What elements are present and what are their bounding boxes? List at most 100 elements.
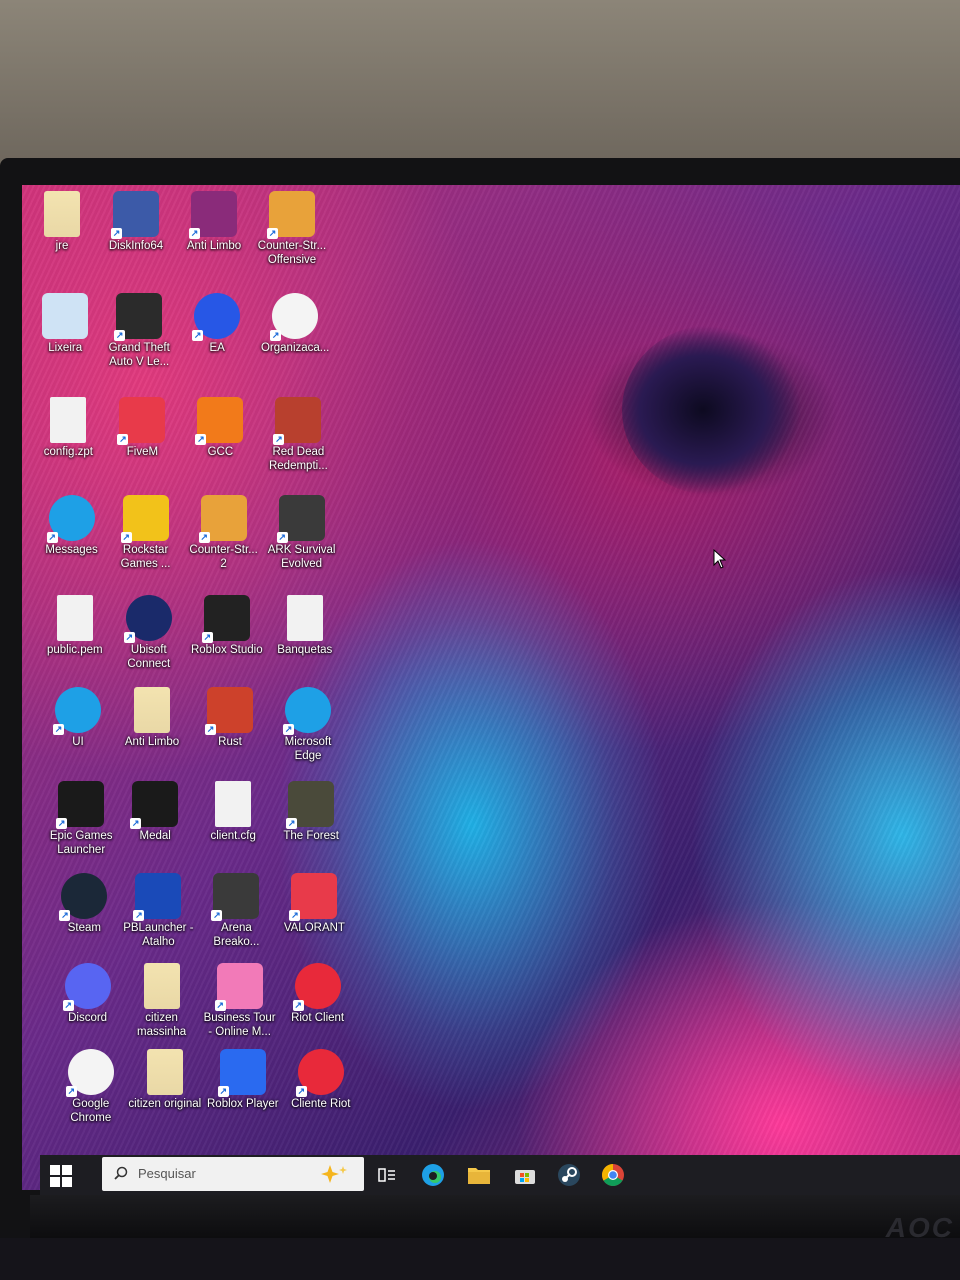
ark-icon: ↗ xyxy=(276,495,325,543)
file-icon xyxy=(56,595,93,641)
shortcut-arrow-icon: ↗ xyxy=(111,228,122,239)
desktop-icon[interactable]: ↗ Riot Client xyxy=(280,963,356,1025)
desktop-icon[interactable]: public.pem xyxy=(37,595,113,657)
store-icon[interactable] xyxy=(512,1162,538,1188)
edge-icon[interactable] xyxy=(420,1162,446,1188)
roblox-studio-icon: ↗ xyxy=(201,595,250,643)
desktop-icon-label: GCC xyxy=(207,446,234,458)
shortcut-arrow-icon: ↗ xyxy=(295,1086,307,1097)
desktop-icon[interactable]: ↗ Rockstar Games ... xyxy=(108,495,184,571)
desktop-icon[interactable]: citizen original xyxy=(127,1049,203,1111)
desktop-icon-label: DiskInfo64 xyxy=(108,240,164,252)
folder-icon xyxy=(146,1049,183,1095)
desktop-icon[interactable]: ↗ Discord xyxy=(50,963,126,1025)
desktop-icon[interactable]: ↗ Organizaca... xyxy=(257,293,333,355)
wallpaper-eye xyxy=(622,325,802,495)
shortcut-arrow-icon: ↗ xyxy=(123,632,135,643)
shortcut-arrow-icon: ↗ xyxy=(283,724,294,735)
file-explorer-icon[interactable] xyxy=(466,1162,492,1188)
shortcut-arrow-icon: ↗ xyxy=(198,532,210,543)
desktop-icon[interactable]: ↗ ARK Survival Evolved xyxy=(264,495,340,571)
desktop-icon[interactable]: ↗ Red Dead Redempti... xyxy=(260,397,336,473)
desktop-icon[interactable]: ↗ FiveM xyxy=(104,397,180,459)
taskbar: Pesquisar xyxy=(40,1155,960,1195)
desktop-icon-label: Microsoft Edge xyxy=(284,736,332,762)
desktop-icon[interactable]: config.zpt xyxy=(30,397,106,459)
shortcut-arrow-icon: ↗ xyxy=(217,1086,229,1097)
desktop-icon[interactable]: Anti Limbo xyxy=(114,687,190,749)
desktop-icon[interactable]: ↗ Arena Breako... xyxy=(198,873,274,949)
desktop-icon[interactable]: ↗ Medal xyxy=(117,781,193,843)
shortcut-arrow-icon: ↗ xyxy=(289,910,301,921)
desktop-icon-label: The Forest xyxy=(283,830,339,842)
shortcut-arrow-icon: ↗ xyxy=(270,330,282,341)
shortcut-arrow-icon: ↗ xyxy=(205,724,216,735)
shortcut-arrow-icon: ↗ xyxy=(46,532,58,543)
desktop-icon[interactable]: ↗ Counter-Str... Offensive xyxy=(254,191,330,267)
desktop-icon[interactable]: ↗ UI xyxy=(40,687,116,749)
desktop-icon[interactable]: ↗ Roblox Player xyxy=(205,1049,281,1111)
desktop-icon[interactable]: ↗ Business Tour - Online M... xyxy=(202,963,278,1039)
shortcut-arrow-icon: ↗ xyxy=(65,1086,77,1097)
desktop-icon[interactable]: ↗ Grand Theft Auto V Le... xyxy=(101,293,177,369)
desktop-icon-label: UI xyxy=(72,736,84,748)
desktop-icon-label: Messages xyxy=(45,544,98,556)
desktop-icon[interactable]: ↗ The Forest xyxy=(273,781,349,843)
desktop-icon[interactable]: Lixeira xyxy=(27,293,103,355)
desktop-icon[interactable]: citizen massinha xyxy=(124,963,200,1039)
desktop-screen[interactable]: jre ↗ DiskInfo64 ↗ Anti Limbo ↗ Counter-Str...… xyxy=(22,185,960,1190)
desktop-icon[interactable]: ↗ EA xyxy=(179,293,255,355)
desktop-icon[interactable]: ↗ Counter-Str... 2 xyxy=(186,495,262,571)
desk-shadow xyxy=(0,1238,960,1280)
desktop-icon[interactable]: ↗ VALORANT xyxy=(276,873,352,935)
discord-icon: ↗ xyxy=(62,963,111,1011)
desktop-icon-label: citizen original xyxy=(128,1098,202,1110)
cs2-icon: ↗ xyxy=(198,495,247,543)
wall xyxy=(0,0,960,165)
steam-icon[interactable] xyxy=(556,1162,582,1188)
pblauncher-icon: ↗ xyxy=(133,873,182,921)
desktop-icon-label: public.pem xyxy=(46,644,103,656)
desktop-icon[interactable]: ↗ Ubisoft Connect xyxy=(111,595,187,671)
desktop-icon[interactable]: ↗ Steam xyxy=(46,873,122,935)
desktop-icon-label: Counter-Str... Offensive xyxy=(257,240,327,266)
shortcut-arrow-icon: ↗ xyxy=(120,532,132,543)
fivem-icon: ↗ xyxy=(117,397,166,445)
desktop-icon[interactable]: ↗ Rust xyxy=(192,687,268,749)
desktop-icon[interactable]: jre xyxy=(24,191,100,253)
shortcut-arrow-icon: ↗ xyxy=(62,1000,74,1011)
desktop-icon[interactable]: ↗ Anti Limbo xyxy=(176,191,252,253)
desktop-icon[interactable]: ↗ Messages xyxy=(34,495,110,557)
search-placeholder: Pesquisar xyxy=(138,1166,196,1181)
task-view-icon[interactable] xyxy=(374,1162,400,1188)
desktop-icon-label: Business Tour - Online M... xyxy=(203,1012,276,1038)
shortcut-arrow-icon: ↗ xyxy=(292,1000,304,1011)
desktop-icon[interactable]: ↗ Cliente Riot xyxy=(283,1049,359,1111)
search-icon xyxy=(114,1166,128,1180)
desktop-icon-label: Lixeira xyxy=(48,342,83,354)
desktop-icon[interactable]: client.cfg xyxy=(195,781,271,843)
desktop-icon-label: Cliente Riot xyxy=(291,1098,351,1110)
desktop-icon[interactable]: Banquetas xyxy=(267,595,343,657)
sparkle-icon xyxy=(321,1165,347,1183)
desktop-icon[interactable]: ↗ GCC xyxy=(182,397,258,459)
edge-icon: ↗ xyxy=(46,495,95,543)
rockstar-icon: ↗ xyxy=(120,495,169,543)
desktop-icon[interactable]: ↗ PBLauncher - Atalho xyxy=(120,873,196,949)
desktop-icon[interactable]: ↗ Roblox Studio xyxy=(189,595,265,657)
csgo-icon: ↗ xyxy=(267,191,315,239)
taskbar-search[interactable]: Pesquisar xyxy=(102,1157,364,1191)
desktop-icon-label: Rust xyxy=(218,736,242,748)
desktop-icon-label: Anti Limbo xyxy=(124,736,180,748)
desktop-icon[interactable]: ↗ Epic Games Launcher xyxy=(43,781,119,857)
edge-icon: ↗ xyxy=(283,687,331,735)
monitor-brand: AOC xyxy=(885,1212,954,1243)
start-button[interactable] xyxy=(50,1165,72,1187)
desktop-icon[interactable]: ↗ DiskInfo64 xyxy=(98,191,174,253)
chrome-icon[interactable] xyxy=(600,1162,626,1188)
valorant-icon: ↗ xyxy=(289,873,338,921)
chrome-icon: ↗ xyxy=(65,1049,114,1097)
desktop-icon[interactable]: ↗ Microsoft Edge xyxy=(270,687,346,763)
desktop-icon[interactable]: ↗ Google Chrome xyxy=(53,1049,129,1125)
rdr-icon: ↗ xyxy=(273,397,322,445)
